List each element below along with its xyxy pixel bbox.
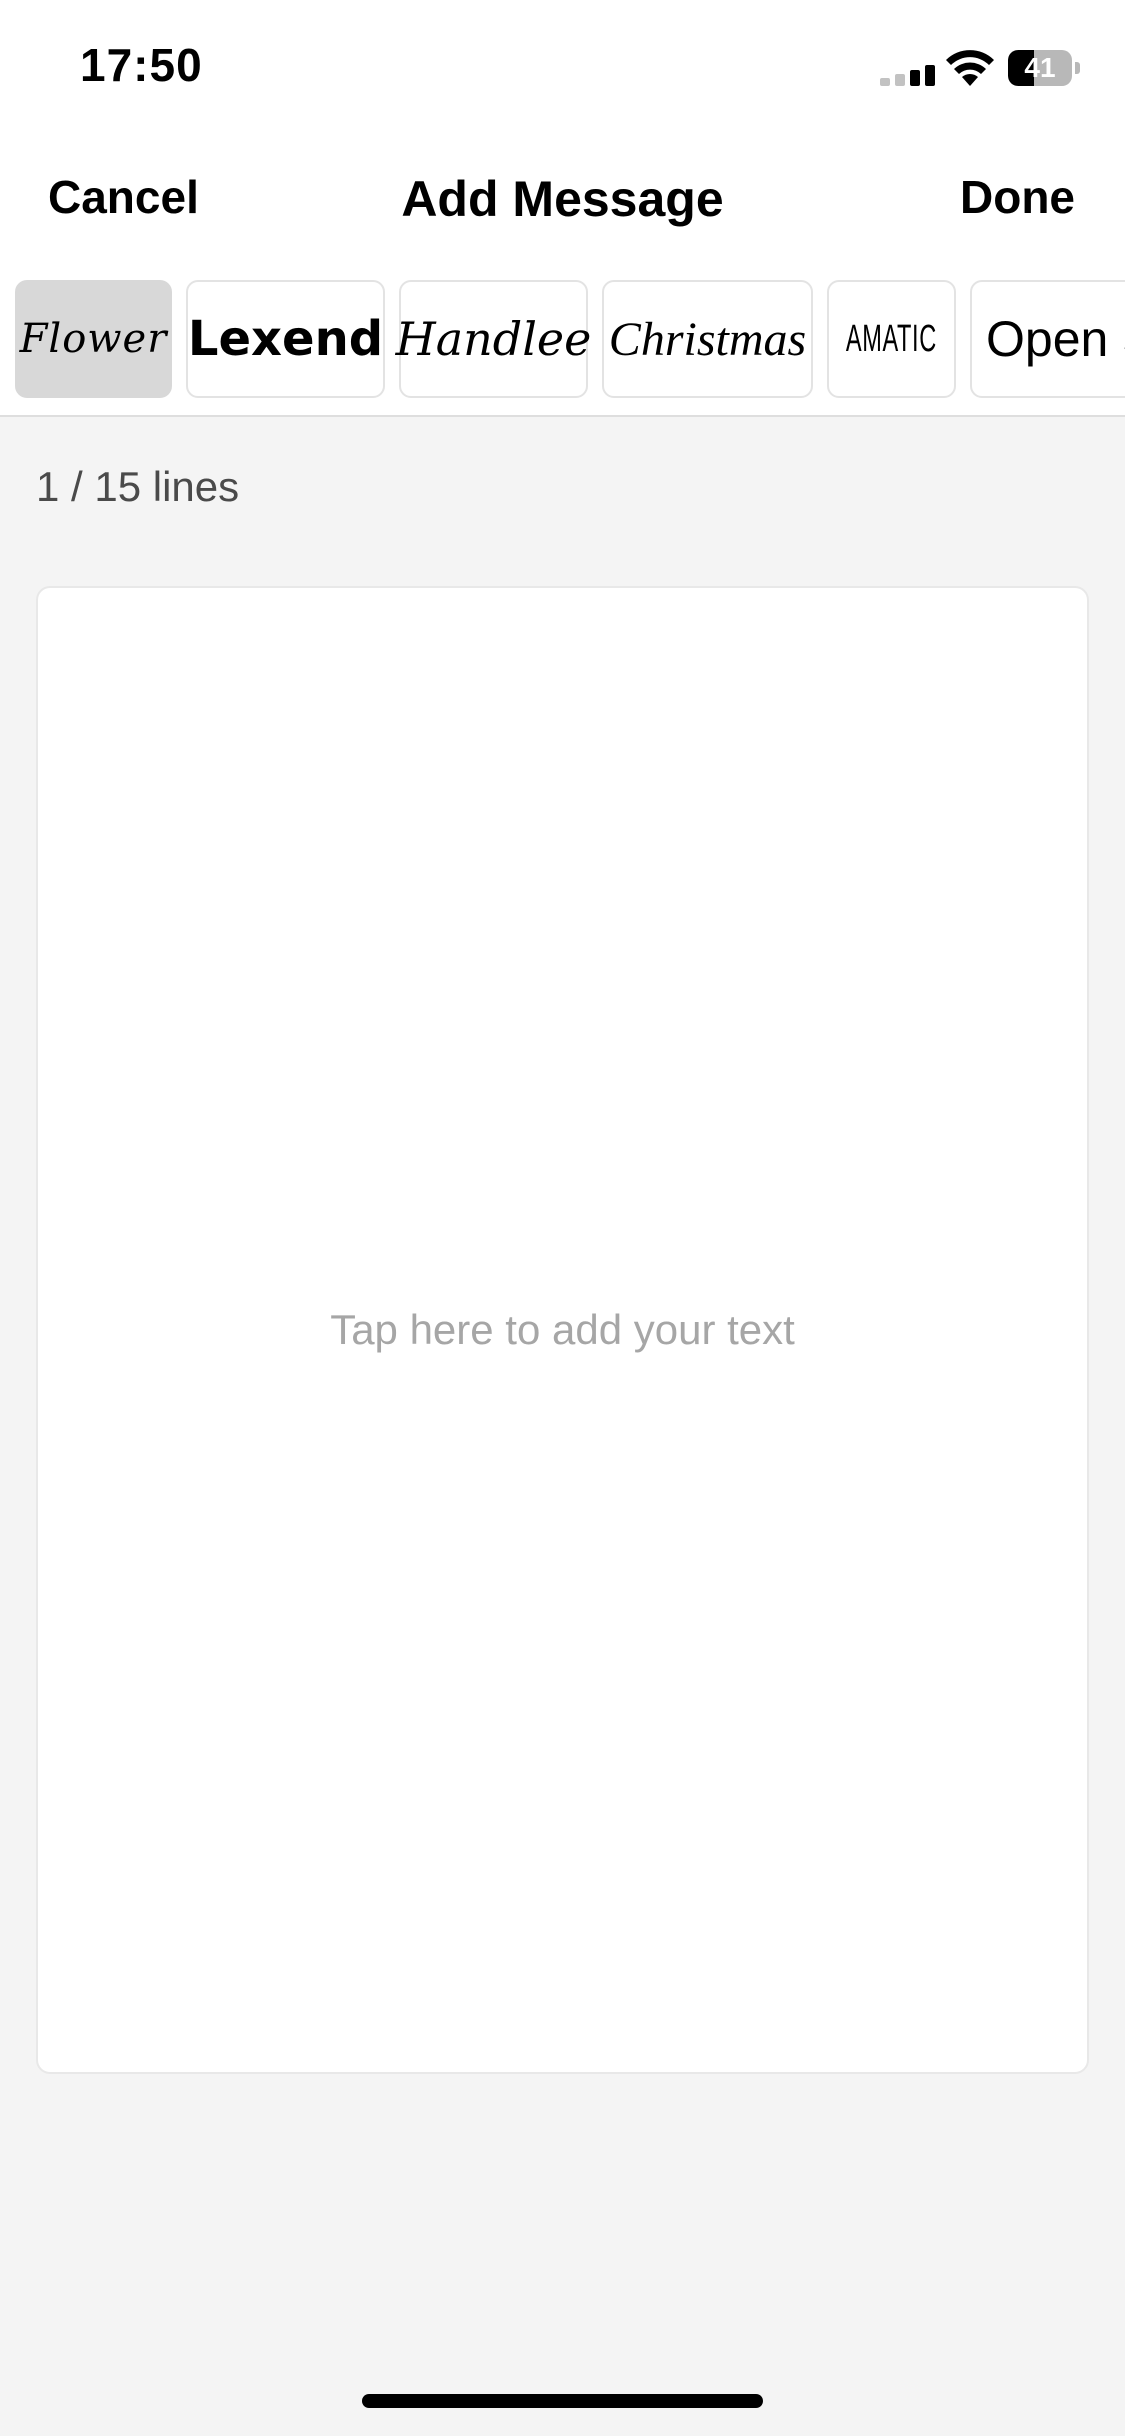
font-option-label: Christmas — [608, 312, 807, 366]
font-option-open-sans[interactable]: Open S — [970, 280, 1125, 398]
status-time: 17:50 — [80, 39, 203, 91]
battery-icon: 41 — [1008, 50, 1080, 86]
font-option-label: Handlee — [395, 312, 592, 366]
font-option-label: Flower — [19, 316, 168, 362]
text-placeholder: Tap here to add your text — [330, 1306, 795, 1353]
done-button[interactable]: Done — [960, 170, 1075, 224]
wifi-icon — [946, 50, 994, 86]
signal-icon — [880, 65, 935, 86]
home-indicator[interactable] — [362, 2394, 763, 2408]
font-option-lexend[interactable]: Lexend — [186, 280, 385, 398]
font-option-christmas[interactable]: Christmas — [602, 280, 813, 398]
line-counter: 1 / 15 lines — [36, 463, 240, 510]
page-title: Add Message — [401, 171, 724, 227]
font-option-handlee[interactable]: Handlee — [396, 280, 591, 398]
font-option-label: Lexend — [187, 311, 384, 367]
font-option-label: AMATIC — [846, 317, 937, 360]
nav-bar: Cancel Add Message Done — [0, 140, 1125, 280]
font-option-label: Open S — [986, 311, 1125, 367]
message-text-area[interactable]: Tap here to add your text — [36, 586, 1089, 2074]
font-picker[interactable]: Flower Lexend Handlee Christmas AMATIC O… — [0, 270, 1125, 417]
font-option-flower[interactable]: Flower — [15, 280, 172, 398]
status-bar: 17:50 41 — [0, 0, 1125, 140]
font-option-amatic[interactable]: AMATIC — [827, 280, 956, 398]
battery-level: 41 — [1024, 52, 1056, 83]
